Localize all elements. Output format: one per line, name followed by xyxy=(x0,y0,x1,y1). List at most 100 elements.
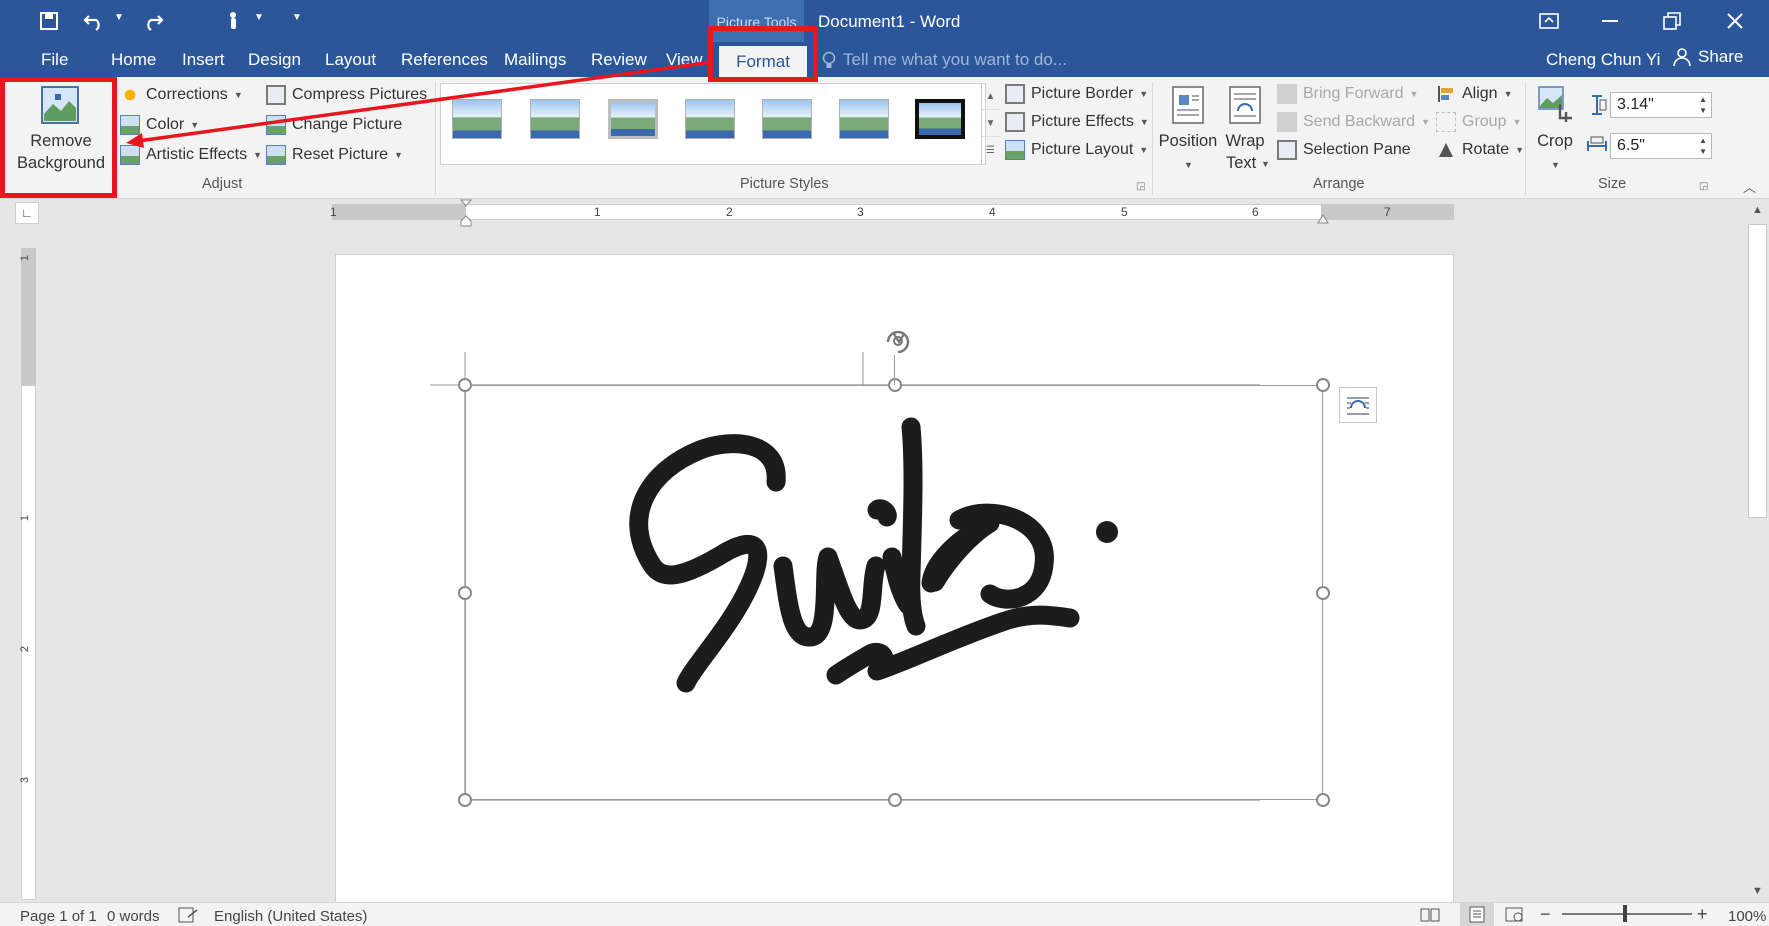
resize-handle[interactable] xyxy=(458,586,472,600)
print-layout-icon[interactable] xyxy=(1460,903,1494,926)
save-icon[interactable] xyxy=(35,8,63,34)
scroll-thumb[interactable] xyxy=(1748,224,1767,518)
resize-handle[interactable] xyxy=(1316,793,1330,807)
touch-mode-icon[interactable] xyxy=(220,8,248,34)
ribbon-display-options-icon[interactable] xyxy=(1527,6,1571,36)
tab-layout[interactable]: Layout xyxy=(325,50,376,70)
tab-home[interactable]: Home xyxy=(111,50,156,70)
wrap-text-button[interactable]: Wrap Text ▼ xyxy=(1220,84,1270,174)
tab-file[interactable]: File xyxy=(41,50,68,70)
restore-icon[interactable] xyxy=(1650,6,1694,36)
page-count[interactable]: Page 1 of 1 xyxy=(20,908,97,925)
color-button[interactable]: Color ▼ xyxy=(120,115,199,135)
zoom-in-icon[interactable]: + xyxy=(1697,904,1708,925)
picture-border-button[interactable]: Picture Border ▼ xyxy=(1005,84,1148,104)
compress-pictures-button[interactable]: Compress Pictures xyxy=(266,85,427,105)
collapse-ribbon-icon[interactable]: ︿ xyxy=(1743,177,1756,196)
crop-button[interactable]: Crop ▼ xyxy=(1532,84,1578,174)
scroll-up-icon[interactable]: ▲ xyxy=(1752,204,1763,216)
tab-insert[interactable]: Insert xyxy=(182,50,225,70)
picture-style-thumbnail[interactable] xyxy=(448,95,506,145)
gallery-up-icon[interactable]: ▲ xyxy=(982,83,999,110)
web-layout-icon[interactable] xyxy=(1505,907,1525,926)
resize-handle[interactable] xyxy=(1316,586,1330,600)
height-input[interactable]: 3.14" ▲ ▼ xyxy=(1610,92,1712,118)
rotate-handle-icon[interactable] xyxy=(880,324,916,363)
picture-layout-icon xyxy=(1005,140,1025,160)
layout-options-icon[interactable] xyxy=(1339,387,1377,423)
width-input[interactable]: 6.5" ▲ ▼ xyxy=(1610,133,1712,159)
user-name[interactable]: Cheng Chun Yi xyxy=(1546,50,1660,70)
tab-selector-icon[interactable]: ∟ xyxy=(15,202,39,224)
undo-icon[interactable] xyxy=(80,8,108,34)
send-backward-button[interactable]: Send Backward ▼ xyxy=(1277,112,1430,132)
picture-style-thumbnail[interactable] xyxy=(835,95,893,145)
rotate-icon xyxy=(1436,140,1456,160)
tab-references[interactable]: References xyxy=(401,50,488,70)
artistic-effects-button[interactable]: Artistic Effects ▼ xyxy=(120,145,262,165)
picture-style-thumbnail[interactable] xyxy=(911,95,969,145)
rotate-button[interactable]: Rotate ▼ xyxy=(1436,140,1524,160)
group-button[interactable]: Group ▼ xyxy=(1436,112,1521,132)
first-line-indent-marker[interactable] xyxy=(459,199,473,232)
right-indent-marker[interactable] xyxy=(1317,213,1329,231)
align-button[interactable]: Align ▼ xyxy=(1436,84,1513,104)
gallery-more-icon[interactable]: ☰ xyxy=(982,137,999,164)
picture-border-icon xyxy=(1005,84,1025,104)
resize-handle[interactable] xyxy=(458,793,472,807)
dialog-launcher-icon[interactable]: ◲ xyxy=(1136,181,1145,192)
tab-design[interactable]: Design xyxy=(248,50,301,70)
selection-pane-button[interactable]: Selection Pane xyxy=(1277,140,1411,160)
vertical-ruler-top-margin xyxy=(21,248,36,386)
touch-dropdown-icon[interactable]: ▼ xyxy=(254,12,264,23)
width-spinner-icon[interactable]: ▲ ▼ xyxy=(1699,135,1707,157)
proofing-icon[interactable] xyxy=(178,907,198,926)
tab-review[interactable]: Review xyxy=(591,50,647,70)
resize-handle[interactable] xyxy=(458,378,472,392)
ruler-number: 3 xyxy=(19,776,32,784)
picture-style-thumbnail[interactable] xyxy=(758,95,816,145)
picture-style-thumbnail[interactable] xyxy=(604,95,662,145)
reset-picture-button[interactable]: Reset Picture ▼ xyxy=(266,145,403,165)
undo-dropdown-icon[interactable]: ▼ xyxy=(114,12,124,23)
resize-handle[interactable] xyxy=(888,378,902,392)
annotation-highlight-format-tab xyxy=(708,26,818,82)
horizontal-ruler[interactable] xyxy=(332,204,1454,220)
resize-handle[interactable] xyxy=(888,793,902,807)
zoom-slider[interactable] xyxy=(1562,913,1692,915)
position-button[interactable]: Position ▼ xyxy=(1158,84,1218,174)
zoom-slider-thumb[interactable] xyxy=(1623,905,1627,922)
selection-pane-icon xyxy=(1277,140,1297,160)
corrections-button[interactable]: Corrections ▼ xyxy=(120,85,243,105)
gallery-scroll[interactable]: ▲ ▼ ☰ xyxy=(981,83,999,165)
gallery-down-icon[interactable]: ▼ xyxy=(982,110,999,137)
bring-forward-button[interactable]: Bring Forward ▼ xyxy=(1277,84,1418,104)
picture-layout-button[interactable]: Picture Layout ▼ xyxy=(1005,140,1148,160)
tab-mailings[interactable]: Mailings xyxy=(504,50,566,70)
width-value: 6.5" xyxy=(1617,137,1645,154)
scroll-down-icon[interactable]: ▼ xyxy=(1752,885,1763,897)
picture-style-thumbnail[interactable] xyxy=(681,95,739,145)
tell-me-search[interactable]: Tell me what you want to do... xyxy=(843,50,1067,70)
wrap-text-label-2: Text xyxy=(1226,154,1257,172)
zoom-out-icon[interactable]: − xyxy=(1540,904,1551,925)
customize-qat-icon[interactable]: ▼ xyxy=(292,12,302,23)
word-count[interactable]: 0 words xyxy=(107,908,160,925)
picture-selection-frame xyxy=(465,385,1323,800)
height-spinner-icon[interactable]: ▲ ▼ xyxy=(1699,94,1707,116)
zoom-level[interactable]: 100% xyxy=(1728,908,1766,925)
bring-forward-label: Bring Forward xyxy=(1303,85,1404,102)
resize-handle[interactable] xyxy=(1316,378,1330,392)
read-mode-icon[interactable] xyxy=(1420,907,1440,926)
change-picture-button[interactable]: Change Picture xyxy=(266,115,402,135)
align-icon xyxy=(1436,84,1456,104)
picture-effects-button[interactable]: Picture Effects ▼ xyxy=(1005,112,1149,132)
close-icon[interactable] xyxy=(1713,6,1757,36)
dialog-launcher-icon[interactable]: ◲ xyxy=(1699,181,1708,192)
language-indicator[interactable]: English (United States) xyxy=(214,908,367,925)
tab-view[interactable]: View xyxy=(666,50,703,70)
share-button[interactable]: Share xyxy=(1672,47,1743,67)
picture-style-thumbnail[interactable] xyxy=(526,95,584,145)
redo-icon[interactable] xyxy=(139,8,167,34)
minimize-icon[interactable] xyxy=(1588,6,1632,36)
